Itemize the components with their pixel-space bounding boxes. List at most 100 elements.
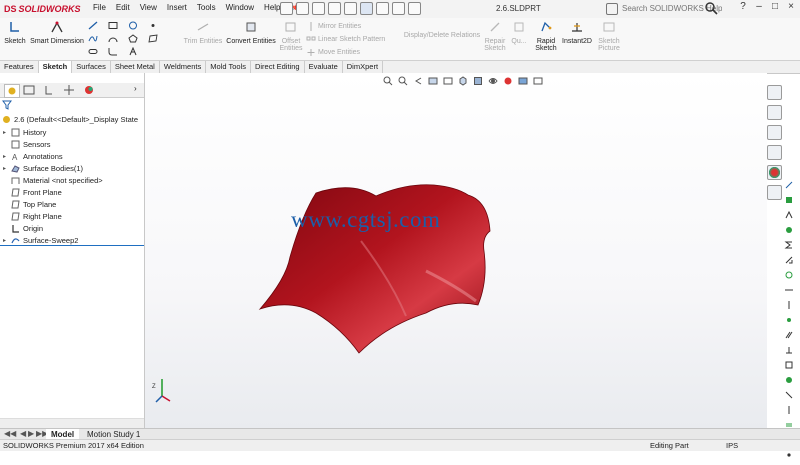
line-tool[interactable]: [88, 21, 98, 30]
rollback-bar[interactable]: [0, 245, 144, 246]
close-icon[interactable]: ×: [784, 1, 798, 12]
menu-file[interactable]: File: [88, 3, 111, 12]
point-tool[interactable]: [148, 21, 158, 30]
rebuild-icon[interactable]: [376, 2, 389, 15]
offset-entities-button[interactable]: Offset Entities: [278, 20, 304, 52]
circle-tool[interactable]: [128, 21, 138, 30]
print-icon[interactable]: [328, 2, 341, 15]
tree-item-material[interactable]: Material <not specified>: [3, 175, 103, 186]
move-entities-button[interactable]: Move Entities: [306, 48, 360, 57]
tree-root[interactable]: 2.6 (Default<<Default>_Display State: [2, 114, 138, 125]
zoom-to-area-icon[interactable]: [398, 76, 408, 86]
smart-dimension-button[interactable]: Smart Dimension: [29, 20, 85, 45]
tab-sheet-metal[interactable]: Sheet Metal: [111, 61, 160, 73]
design-library-icon[interactable]: [767, 105, 782, 120]
status-units[interactable]: IPS: [726, 441, 738, 450]
sketch-picture-button[interactable]: Sketch Picture: [596, 20, 622, 52]
plane-tool[interactable]: [148, 34, 158, 43]
sum-icon[interactable]: [784, 240, 794, 250]
menu-window[interactable]: Window: [221, 3, 259, 12]
view-settings-icon[interactable]: [533, 76, 543, 86]
tab-surfaces[interactable]: Surfaces: [72, 61, 111, 73]
expand-arrow-icon[interactable]: ▸: [3, 237, 11, 244]
new-document-icon[interactable]: [280, 2, 293, 15]
open-icon[interactable]: [296, 2, 309, 15]
scroll-next-icon[interactable]: ▶: [28, 429, 34, 438]
coincident-icon[interactable]: [784, 315, 794, 325]
parallel-icon[interactable]: [784, 330, 794, 340]
expand-arrow-icon[interactable]: ▸: [3, 165, 11, 172]
scale-icon[interactable]: [784, 255, 794, 265]
tree-item-front-plane[interactable]: Front Plane: [3, 187, 62, 198]
tab-evaluate[interactable]: Evaluate: [305, 61, 343, 73]
dynamic-annotation-icon[interactable]: [443, 76, 453, 86]
expand-arrow-icon[interactable]: ▸: [3, 129, 11, 136]
polygon-tool[interactable]: [128, 34, 138, 43]
tree-item-annotations[interactable]: ▸ A Annotations: [3, 151, 63, 162]
options-icon[interactable]: [408, 2, 421, 15]
edit-appearance-icon[interactable]: [503, 76, 513, 86]
text-tool[interactable]: [128, 47, 138, 56]
display-manager-icon[interactable]: [82, 84, 96, 96]
apply-scene-icon[interactable]: [518, 76, 528, 86]
view-palette-icon[interactable]: [767, 145, 782, 160]
menu-edit[interactable]: Edit: [111, 3, 135, 12]
tree-item-right-plane[interactable]: Right Plane: [3, 211, 62, 222]
rectangle-tool[interactable]: [108, 21, 118, 30]
merge-icon[interactable]: [784, 375, 794, 385]
geometry-icon[interactable]: [784, 225, 794, 235]
expand-arrow-icon[interactable]: ▸: [3, 153, 11, 160]
sketch-button[interactable]: Sketch: [2, 20, 28, 45]
tree-item-origin[interactable]: Origin: [3, 223, 43, 234]
tab-mold-tools[interactable]: Mold Tools: [206, 61, 251, 73]
undo-icon[interactable]: [344, 2, 357, 15]
section-view-icon[interactable]: [428, 76, 438, 86]
horizontal-icon[interactable]: [784, 285, 794, 295]
menu-view[interactable]: View: [135, 3, 162, 12]
filter-icon[interactable]: [2, 100, 12, 110]
convert-entities-button[interactable]: Convert Entities: [225, 20, 277, 45]
view-orientation-icon[interactable]: [458, 76, 468, 86]
tab-direct-editing[interactable]: Direct Editing: [251, 61, 305, 73]
repair-sketch-button[interactable]: Repair Sketch: [483, 20, 507, 52]
tree-item-sensors[interactable]: Sensors: [3, 139, 51, 150]
arc-tool[interactable]: [108, 34, 118, 43]
file-explorer-icon[interactable]: [767, 125, 782, 140]
trim-entities-button[interactable]: Trim Entities: [183, 20, 223, 45]
tab-weldments[interactable]: Weldments: [160, 61, 207, 73]
quick-snaps-button[interactable]: Qu...: [510, 20, 528, 45]
fix-icon[interactable]: [784, 360, 794, 370]
vertical-icon[interactable]: [784, 300, 794, 310]
custom-properties-icon[interactable]: [767, 185, 782, 200]
midpoint-icon[interactable]: [784, 450, 794, 460]
rapid-sketch-button[interactable]: Rapid Sketch: [533, 20, 559, 52]
minimize-icon[interactable]: –: [752, 1, 766, 12]
file-properties-icon[interactable]: [392, 2, 405, 15]
add-relation-icon[interactable]: [784, 195, 794, 205]
scroll-first-icon[interactable]: ◀◀: [4, 429, 16, 438]
perpendicular-icon[interactable]: [784, 345, 794, 355]
symmetric-icon[interactable]: [784, 405, 794, 415]
menu-insert[interactable]: Insert: [162, 3, 192, 12]
tree-item-surface-bodies[interactable]: ▸ Surface Bodies(1): [3, 163, 83, 174]
menu-tools[interactable]: Tools: [192, 3, 221, 12]
mirror-entities-button[interactable]: Mirror Entities: [306, 22, 361, 31]
appearances-icon[interactable]: [767, 165, 782, 180]
slot-tool[interactable]: [88, 47, 98, 56]
display-style-icon[interactable]: [473, 76, 483, 86]
tab-dimxpert[interactable]: DimXpert: [343, 61, 384, 73]
search-icon[interactable]: [704, 1, 718, 15]
zoom-to-fit-icon[interactable]: [383, 76, 393, 86]
instant2d-button[interactable]: Instant2D: [560, 20, 594, 45]
chevron-right-icon[interactable]: ›: [134, 84, 137, 93]
maximize-icon[interactable]: □: [768, 1, 782, 12]
property-manager-icon[interactable]: [22, 84, 36, 96]
previous-view-icon[interactable]: [413, 76, 423, 86]
tree-item-top-plane[interactable]: Top Plane: [3, 199, 56, 210]
smart-dimension-icon[interactable]: [784, 210, 794, 220]
relations-icon[interactable]: [784, 180, 794, 190]
pierce-icon[interactable]: [784, 390, 794, 400]
tab-features[interactable]: Features: [0, 61, 39, 73]
configuration-manager-icon[interactable]: [42, 84, 56, 96]
home-icon[interactable]: [767, 85, 782, 100]
